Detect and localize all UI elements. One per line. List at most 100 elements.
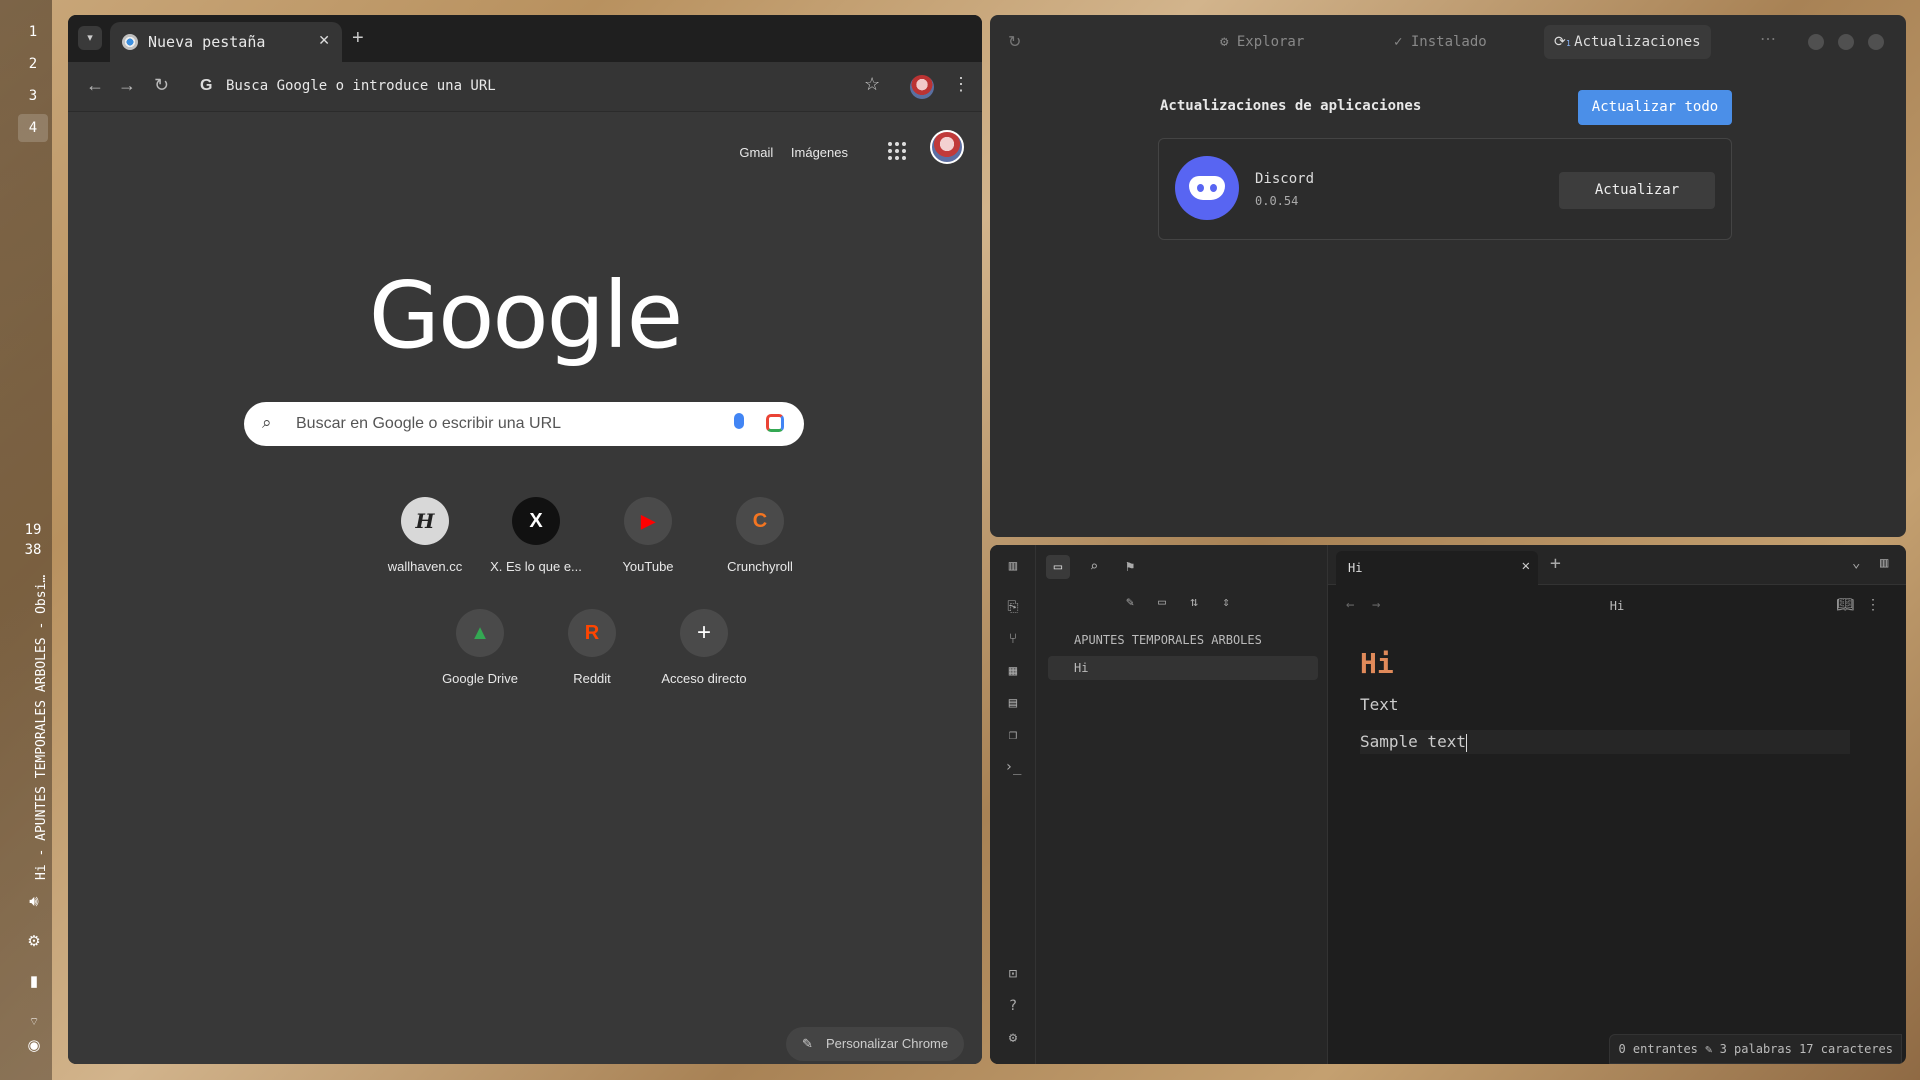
vault-switcher-icon[interactable]: ⊡ bbox=[1003, 964, 1023, 984]
workspace-1[interactable]: 1 bbox=[18, 18, 48, 46]
close-icon[interactable]: ✕ bbox=[1522, 558, 1530, 574]
google-logo: Google bbox=[368, 262, 683, 369]
ribbon: ▥ ⎘ ⑂ ▦ ▤ ❐ ›_ ⊡ ? ⚙ bbox=[990, 545, 1036, 1064]
note-code-line[interactable]: Sample text bbox=[1360, 730, 1850, 754]
sidebar-toggle-icon[interactable]: ▥ bbox=[1003, 556, 1023, 576]
tab-explorar[interactable]: ⚙ Explorar bbox=[1210, 25, 1314, 59]
files-folder-icon[interactable]: ▭ bbox=[1046, 555, 1070, 579]
shortcut-label: X. Es lo que e... bbox=[490, 559, 582, 574]
refresh-icon[interactable]: ↻ bbox=[1008, 32, 1021, 52]
customize-chrome-button[interactable]: ✎ Personalizar Chrome bbox=[786, 1027, 964, 1061]
account-avatar[interactable] bbox=[930, 130, 964, 164]
file-item[interactable]: Hi bbox=[1048, 656, 1318, 680]
sort-icon[interactable]: ⇅ bbox=[1184, 593, 1204, 613]
bookmark-star-icon[interactable]: ☆ bbox=[864, 74, 880, 95]
gmail-link[interactable]: Gmail bbox=[739, 145, 773, 160]
reddit-icon: R bbox=[568, 609, 616, 657]
battery-icon[interactable]: ▮ bbox=[22, 970, 46, 994]
shortcut-crunchyroll[interactable]: C Crunchyroll bbox=[704, 497, 816, 574]
quick-switcher-icon[interactable]: ⎘ bbox=[1003, 597, 1023, 617]
wifi-icon[interactable]: ⌔ bbox=[22, 1010, 46, 1034]
clock: 19 38 bbox=[18, 520, 48, 560]
canvas-icon[interactable]: ▦ bbox=[1003, 661, 1023, 681]
tab-list-icon[interactable]: ⌄ bbox=[1852, 555, 1860, 571]
vault-name[interactable]: APUNTES TEMPORALES ARBOLES bbox=[1074, 633, 1262, 647]
right-sidebar-icon[interactable]: ▥ bbox=[1880, 555, 1888, 571]
settings-icon[interactable]: ⚙ bbox=[22, 930, 46, 954]
shortcut-label: YouTube bbox=[622, 559, 674, 574]
settings-icon[interactable]: ⚙ bbox=[1003, 1028, 1023, 1048]
new-folder-icon[interactable]: ▭ bbox=[1152, 593, 1172, 613]
workspace-3[interactable]: 3 bbox=[18, 82, 48, 110]
more-icon[interactable]: ⋯ bbox=[1760, 29, 1776, 49]
tab-label: Actualizaciones bbox=[1574, 34, 1701, 50]
google-lens-icon[interactable] bbox=[766, 414, 784, 432]
chrome-icon bbox=[122, 34, 138, 50]
close-button[interactable] bbox=[1868, 34, 1884, 50]
app-store-window: ↻ ⚙ Explorar ✓ Instalado ⟳ Actualizacion… bbox=[990, 15, 1906, 537]
clock-hour: 19 bbox=[24, 522, 42, 538]
search-placeholder: Buscar en Google o escribir una URL bbox=[296, 415, 562, 432]
collapse-icon[interactable]: ⇕ bbox=[1216, 593, 1236, 613]
templates-icon[interactable]: ❐ bbox=[1003, 725, 1023, 745]
new-tab-button[interactable]: + bbox=[1550, 553, 1561, 574]
shortcut-label: Acceso directo bbox=[661, 671, 747, 686]
shortcut-google-drive[interactable]: ▲ Google Drive bbox=[424, 609, 536, 686]
volume-icon[interactable]: 🔊︎ bbox=[22, 890, 46, 914]
shortcut-label: Google Drive bbox=[442, 671, 518, 686]
discord-icon bbox=[1175, 156, 1239, 220]
help-icon[interactable]: ? bbox=[1003, 996, 1023, 1016]
tab-title: Hi bbox=[1348, 561, 1363, 575]
images-link[interactable]: Imágenes bbox=[791, 145, 848, 160]
graph-icon[interactable]: ⑂ bbox=[1003, 629, 1023, 649]
shortcut-youtube[interactable]: ▶ YouTube bbox=[592, 497, 704, 574]
editor[interactable]: ← → Hi 📖︎ ⋮ Hi Text Sample text 0 entran… bbox=[1328, 585, 1906, 1064]
clock-minute: 38 bbox=[24, 542, 42, 558]
back-icon[interactable]: ← bbox=[86, 75, 104, 96]
forward-icon[interactable]: → bbox=[118, 75, 136, 96]
microphone-icon[interactable] bbox=[734, 413, 744, 429]
maximize-button[interactable] bbox=[1838, 34, 1854, 50]
backlinks-count[interactable]: 0 entrantes bbox=[1618, 1042, 1697, 1056]
new-tab-page: Gmail Imágenes Google ⌕ Buscar en Google… bbox=[68, 112, 982, 1064]
shortcut-reddit[interactable]: R Reddit bbox=[536, 609, 648, 686]
terminal-icon[interactable]: ›_ bbox=[1003, 757, 1023, 777]
search-icon[interactable]: ⌕ bbox=[1082, 555, 1106, 579]
tab-bar: ▾ Nueva pestaña ✕ + bbox=[68, 15, 982, 62]
tab-instalado[interactable]: ✓ Instalado bbox=[1384, 25, 1497, 59]
shortcut-x[interactable]: X X. Es lo que e... bbox=[480, 497, 592, 574]
search-box[interactable]: ⌕ Buscar en Google o escribir una URL bbox=[244, 402, 804, 446]
bookmark-icon[interactable]: ⚑ bbox=[1118, 555, 1142, 579]
reading-view-icon[interactable]: 📖︎ bbox=[1836, 597, 1854, 613]
shortcut-wallhaven[interactable]: H wallhaven.cc bbox=[369, 497, 481, 574]
tab-new-tab[interactable]: Nueva pestaña ✕ bbox=[110, 22, 342, 62]
google-g-icon: G bbox=[200, 77, 213, 94]
note-paragraph: Text bbox=[1360, 695, 1399, 714]
workspace-2[interactable]: 2 bbox=[18, 50, 48, 78]
shortcut-add[interactable]: + Acceso directo bbox=[648, 609, 760, 686]
discord-icon[interactable]: ◉ bbox=[22, 1034, 46, 1058]
new-tab-button[interactable]: + bbox=[352, 26, 364, 50]
update-all-button[interactable]: Actualizar todo bbox=[1578, 90, 1732, 125]
close-icon[interactable]: ✕ bbox=[318, 32, 330, 49]
apps-grid-icon[interactable] bbox=[888, 142, 906, 160]
text-cursor bbox=[1465, 733, 1467, 752]
minimize-button[interactable] bbox=[1808, 34, 1824, 50]
tab-search-button[interactable]: ▾ bbox=[78, 26, 102, 50]
active-window-title: Hi - APUNTES TEMPORALES ARBOLES - Obsi… bbox=[34, 574, 49, 880]
reload-icon[interactable]: ↻ bbox=[154, 75, 169, 96]
new-note-icon[interactable]: ✎ bbox=[1120, 593, 1140, 613]
workspace-4[interactable]: 4 bbox=[18, 114, 48, 142]
update-button[interactable]: Actualizar bbox=[1559, 172, 1715, 209]
address-bar[interactable]: Busca Google o introduce una URL bbox=[226, 78, 496, 94]
tab-hi[interactable]: Hi ✕ bbox=[1336, 551, 1538, 585]
calendar-icon[interactable]: ▤ bbox=[1003, 693, 1023, 713]
wallhaven-icon: H bbox=[401, 497, 449, 545]
tab-actualizaciones[interactable]: ⟳ Actualizaciones 1 bbox=[1544, 25, 1711, 59]
app-update-card: Discord 0.0.54 Actualizar bbox=[1158, 138, 1732, 240]
crunchyroll-icon: C bbox=[736, 497, 784, 545]
more-options-icon[interactable]: ⋮ bbox=[1866, 597, 1880, 613]
more-menu-icon[interactable]: ⋮ bbox=[952, 74, 970, 95]
note-heading: Hi bbox=[1360, 647, 1394, 680]
profile-avatar[interactable] bbox=[910, 75, 934, 99]
